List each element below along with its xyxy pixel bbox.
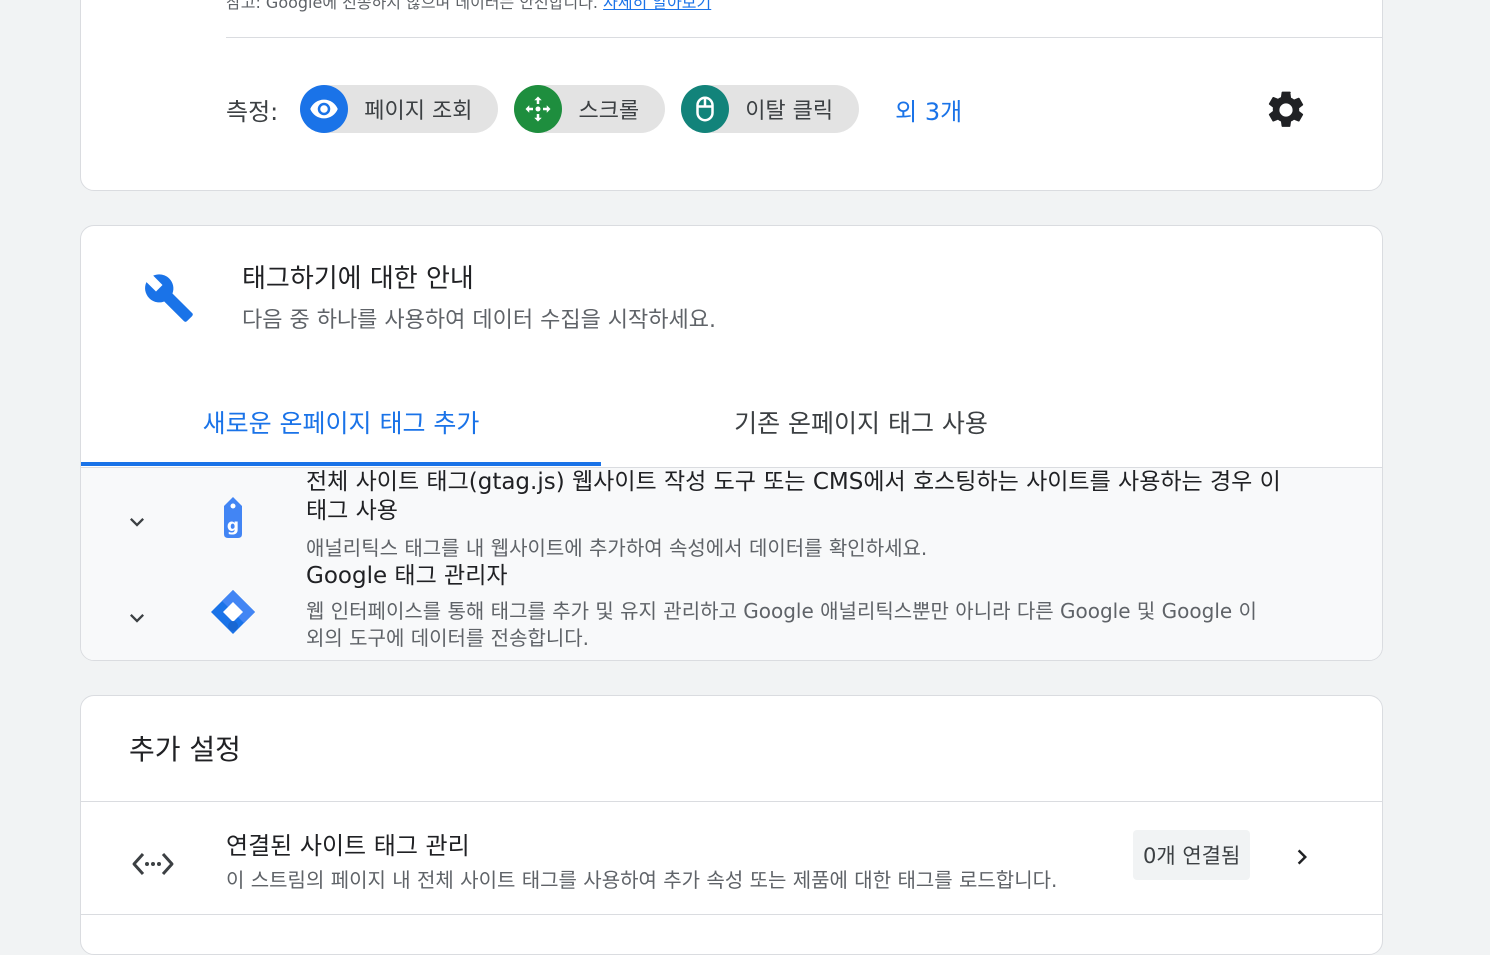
chip-label: 스크롤 [578,99,640,124]
gtag-icon: g [209,494,257,542]
tab-use-existing-tag[interactable]: 기존 온페이지 태그 사용 [601,376,1121,468]
mouse-icon [681,85,730,133]
tag-option-description: 애널리틱스 태그를 내 웹사이트에 추가하여 속성에서 데이터를 확인하세요. [306,536,928,560]
scroll-arrows-icon [514,85,563,133]
chevron-down-icon[interactable] [123,508,151,536]
tag-tabs: 새로운 온페이지 태그 추가 기존 온페이지 태그 사용 [81,376,1382,468]
chevron-right-icon[interactable] [1287,842,1317,872]
measurement-row: 측정: 페이지 조회 스크롤 이탈 클릭 외 3개 [226,85,962,133]
tab-add-new-tag[interactable]: 새로운 온페이지 태그 추가 [81,376,601,468]
chip-scroll[interactable]: 스크롤 [514,85,666,133]
card-title: 태그하기에 대한 안내 [242,264,474,294]
tag-manager-icon [209,588,257,636]
row-description: 이 스트림의 페이지 내 전체 사이트 태그를 사용하여 추가 속성 또는 제품… [226,868,1058,892]
tagging-instructions-card: 태그하기에 대한 안내 다음 중 하나를 사용하여 데이터 수집을 시작하세요.… [80,225,1383,661]
additional-settings-card: 추가 설정 연결된 사이트 태그 관리 이 스트림의 페이지 내 전체 사이트 … [80,695,1383,955]
measurement-label: 측정: [226,97,279,126]
svg-text:g: g [227,516,239,536]
wrench-icon [143,272,195,324]
chip-outbound-click[interactable]: 이탈 클릭 [681,85,860,133]
divider [226,37,1382,38]
code-icon [129,842,177,886]
gear-icon[interactable] [1263,87,1309,133]
more-measurements-link[interactable]: 외 3개 [895,92,962,127]
tag-option-tag-manager[interactable]: Google 태그 관리자 웹 인터페이스를 통해 태그를 추가 및 유지 관리… [81,563,1382,660]
chip-label: 이탈 클릭 [745,99,834,124]
measurement-card: 참고: Google에 전송하지 않으며 데이터는 안전합니다. 자세히 알아보… [80,0,1383,191]
connected-count-badge: 0개 연결됨 [1133,830,1251,880]
tag-option-description: 웹 인터페이스를 통해 태그를 추가 및 유지 관리하고 Google 애널리틱… [306,599,1257,650]
partial-notice-text: 참고: Google에 전송하지 않으며 데이터는 안전합니다. [226,0,599,12]
divider [81,914,1382,915]
tag-options-list: g 전체 사이트 태그(gtag.js) 웹사이트 작성 도구 또는 CMS에서… [81,468,1382,660]
chip-label: 페이지 조회 [364,99,473,124]
chevron-down-icon[interactable] [123,604,151,632]
tag-option-title: Google 태그 관리자 [306,563,508,589]
card-subtitle: 다음 중 하나를 사용하여 데이터 수집을 시작하세요. [242,308,716,333]
chip-page-view[interactable]: 페이지 조회 [300,85,499,133]
tag-option-title: 전체 사이트 태그(gtag.js) 웹사이트 작성 도구 또는 CMS에서 호… [306,469,1281,524]
active-tab-indicator [81,462,601,466]
connected-site-tags-row[interactable]: 연결된 사이트 태그 관리 이 스트림의 페이지 내 전체 사이트 태그를 사용… [81,802,1382,914]
partial-notice: 참고: Google에 전송하지 않으며 데이터는 안전합니다. 자세히 알아보… [226,0,711,13]
row-title: 연결된 사이트 태그 관리 [226,832,470,860]
card-title: 추가 설정 [129,733,241,766]
learn-more-link[interactable]: 자세히 알아보기 [603,0,711,12]
tag-option-gtag[interactable]: g 전체 사이트 태그(gtag.js) 웹사이트 작성 도구 또는 CMS에서… [81,468,1382,564]
eye-icon [300,85,349,133]
